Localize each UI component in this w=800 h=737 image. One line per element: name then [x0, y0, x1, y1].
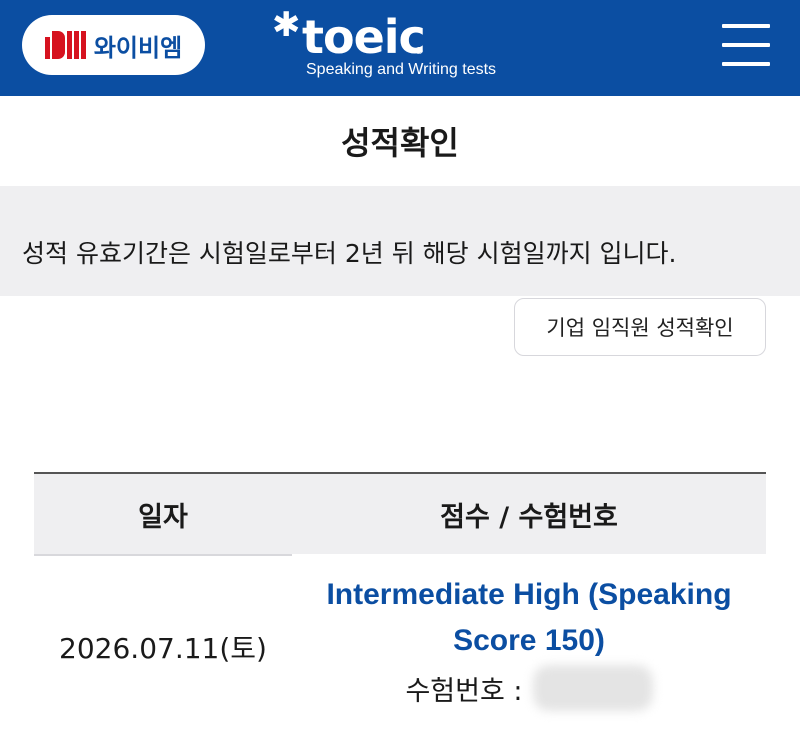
- page-title: 성적확인: [341, 124, 459, 162]
- score-line-2: Score 150): [453, 624, 605, 657]
- score-link[interactable]: Intermediate High (Speaking Score 150): [292, 572, 766, 664]
- ybm-logo[interactable]: 와이비엠: [22, 15, 205, 75]
- toeic-subtitle: Speaking and Writing tests: [306, 61, 497, 78]
- exam-number-line: 수험번호 :: [292, 665, 766, 711]
- top-header: 와이비엠 ✱ toeic ® Speaking and Writing test…: [0, 0, 800, 96]
- corporate-score-check-button[interactable]: 기업 임직원 성적확인: [514, 298, 766, 356]
- column-header-date: 일자: [138, 501, 188, 533]
- validity-notice-text: 성적 유효기간은 시험일로부터 2년 뒤 해당 시험일까지 입니다.: [22, 239, 677, 268]
- ybm-logo-text: 와이비엠: [93, 33, 183, 62]
- hamburger-menu-icon[interactable]: [722, 24, 770, 66]
- ybm-logo-mark: [44, 31, 86, 59]
- registered-mark: ®: [414, 46, 424, 57]
- toeic-logo[interactable]: ✱ toeic ® Speaking and Writing tests: [272, 8, 532, 88]
- table-header-row: 일자 점수 / 수험번호: [34, 474, 766, 554]
- validity-notice: 성적 유효기간은 시험일로부터 2년 뒤 해당 시험일까지 입니다.: [0, 186, 800, 296]
- exam-number-label: 수험번호 :: [405, 675, 523, 707]
- exam-number-redacted: [532, 665, 653, 711]
- toeic-star-icon: ✱: [272, 5, 301, 45]
- column-header-score: 점수 / 수험번호: [440, 501, 618, 533]
- score-line-1: Intermediate High (Speaking: [326, 578, 732, 611]
- table-cell-date: 2026.07.11(토): [59, 631, 267, 665]
- toeic-wordmark: toeic: [302, 10, 426, 64]
- table-cell-score: Intermediate High (Speaking Score 150) 수…: [292, 572, 766, 711]
